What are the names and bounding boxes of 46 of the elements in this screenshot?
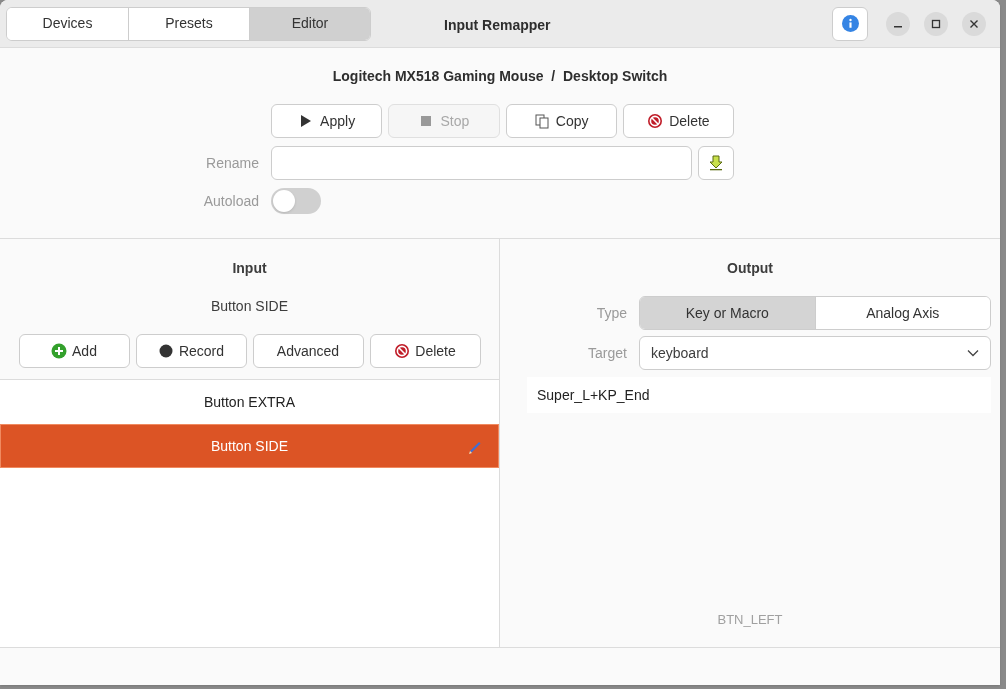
selected-input-label: Button SIDE xyxy=(210,297,288,316)
maximize-button[interactable] xyxy=(924,11,948,36)
copy-icon xyxy=(533,113,550,129)
input-action-button[interactable]: Add xyxy=(18,334,130,368)
preset-action-button[interactable]: Copy xyxy=(505,104,617,138)
output-heading: Output xyxy=(727,259,773,278)
chevron-down-icon xyxy=(967,349,979,357)
target-dropdown[interactable]: keyboard xyxy=(639,336,991,370)
input-action-button[interactable]: Advanced xyxy=(252,334,364,368)
close-icon xyxy=(969,18,979,29)
macro-text: Super_L+KP_End xyxy=(537,385,650,405)
input-heading: Input xyxy=(232,259,267,278)
mapping-row[interactable]: Button SIDE xyxy=(0,424,499,468)
rename-label: Rename xyxy=(206,153,259,173)
no-entry-icon xyxy=(394,343,411,359)
autoload-label: Autoload xyxy=(203,191,259,211)
preset-action-button[interactable]: Delete xyxy=(622,104,734,138)
mapping-label: Button SIDE xyxy=(210,436,288,456)
save-button[interactable] xyxy=(698,146,734,180)
no-entry-icon xyxy=(647,113,664,129)
preset-title: Logitech MX518 Gaming Mouse / Desktop Switch xyxy=(332,67,668,86)
rename-field[interactable] xyxy=(271,146,692,180)
close-button[interactable] xyxy=(962,11,986,36)
record-icon xyxy=(157,343,174,359)
target-value: keyboard xyxy=(651,343,710,363)
download-arrow-icon xyxy=(709,155,723,171)
event-hint: BTN_LEFT xyxy=(717,610,783,629)
autoload-switch[interactable] xyxy=(271,188,321,214)
info-icon xyxy=(841,15,859,32)
target-label: Target xyxy=(587,343,628,363)
info-button[interactable] xyxy=(832,6,868,41)
pencil-icon[interactable] xyxy=(467,439,483,455)
maximize-icon xyxy=(931,18,941,29)
tab[interactable]: Editor xyxy=(249,7,370,40)
mapping-label: Button EXTRA xyxy=(203,392,295,412)
minimize-icon xyxy=(894,25,902,28)
minimize-button[interactable] xyxy=(886,11,910,36)
macro-editor[interactable]: Super_L+KP_End xyxy=(527,377,991,413)
window-title: Input Remapper xyxy=(444,16,551,35)
input-action-button[interactable]: Delete xyxy=(369,334,481,368)
preset-action-button[interactable]: Apply xyxy=(271,104,383,138)
type-label: Type xyxy=(595,303,628,323)
plus-icon xyxy=(51,343,68,359)
type-toggle[interactable]: Analog Axis xyxy=(814,297,990,329)
input-action-button[interactable]: Record xyxy=(135,334,247,368)
type-toggle[interactable]: Key or Macro xyxy=(640,297,815,329)
